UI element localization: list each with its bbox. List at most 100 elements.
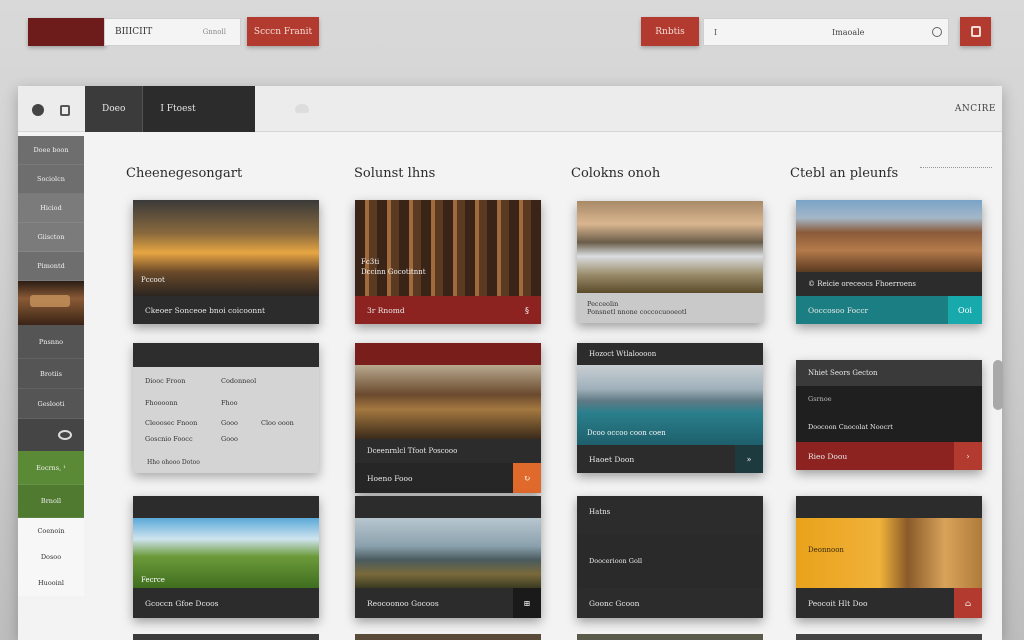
card-ruins[interactable]: Dceenrnlcl Tfoot Poscooo Hoeno Fooo ↻ bbox=[355, 343, 541, 493]
card-bar[interactable]: Gcoccn Gfoe Dcoos bbox=[133, 588, 319, 618]
list-row[interactable]: Doocoon Cnocolat Noocrt bbox=[796, 412, 982, 442]
sidebar-thumbnail[interactable] bbox=[18, 281, 84, 325]
sidebar-item[interactable]: Doee boon bbox=[18, 136, 84, 165]
sidebar-item[interactable]: Giiscton bbox=[18, 223, 84, 252]
card-bar[interactable]: Peocoit Hlt Doo ⌂ bbox=[796, 588, 982, 618]
card-bar-label: Hoeno Fooo bbox=[367, 473, 413, 483]
chip-button[interactable]: Ooi bbox=[948, 296, 982, 324]
sidebar-item[interactable]: Pimontd bbox=[18, 252, 84, 281]
card-bar[interactable]: Pecceolin Ponsnetl nnone coccocuooeotl bbox=[577, 293, 763, 323]
card-colonnade[interactable]: Fc3ti Dccinn Gocotitnnt 3r Rnomd § bbox=[355, 200, 541, 324]
sidebar-item[interactable]: Brnoll bbox=[18, 485, 84, 518]
main-panel: Doeo I Ftoest ANCIRE Doee boon Sociolcn … bbox=[18, 86, 1002, 640]
sidebar-item[interactable]: Eocrns, ¹ bbox=[18, 451, 84, 485]
tab-1[interactable]: Doeo bbox=[85, 86, 143, 132]
card-bar-label: Reocoonoo Gocoos bbox=[367, 598, 439, 608]
card-bar-label: Rieo Doou bbox=[808, 451, 848, 461]
form-value[interactable]: Gooo bbox=[221, 435, 238, 443]
sidebar-item[interactable]: Dosoo bbox=[18, 544, 84, 570]
card-caption: Pccoot bbox=[141, 276, 165, 284]
form-value[interactable]: Cloo ooon bbox=[261, 419, 294, 427]
record-icon[interactable] bbox=[32, 104, 44, 116]
form-footer: Hho ohooo Dotoo bbox=[147, 459, 200, 466]
document-icon[interactable] bbox=[60, 105, 70, 116]
meadow-image: Fecrce bbox=[133, 518, 319, 588]
search-value: Imaoale bbox=[832, 27, 865, 37]
form-label: Diooc Froon bbox=[145, 377, 186, 385]
refresh-icon[interactable]: ↻ bbox=[513, 463, 541, 493]
primary-action-button[interactable]: Scccn Franit bbox=[247, 17, 319, 46]
card-bar[interactable]: Ckeoer Sonceoe bnoi coicoonnt bbox=[133, 296, 319, 324]
next-icon[interactable]: » bbox=[735, 445, 763, 473]
card-canyon[interactable]: © Reicie oreceocs Fhoerroens Ooccosoo Fo… bbox=[796, 200, 982, 324]
sidebar-item[interactable]: Brotiis bbox=[18, 359, 84, 389]
card-tower[interactable]: Reocoonoo Gocoos ⊞ bbox=[355, 496, 541, 618]
sidebar-item[interactable]: Coenoin bbox=[18, 518, 84, 544]
sidebar-item[interactable]: Geslooti bbox=[18, 389, 84, 419]
sidebar-logo[interactable] bbox=[18, 419, 84, 451]
card-bar[interactable]: Ooccosoo Foccr Ooi bbox=[796, 296, 982, 324]
sidebar-item[interactable]: Sociolcn bbox=[18, 165, 84, 194]
link-icon bbox=[58, 430, 72, 440]
card-bar[interactable]: Rieo Doou › bbox=[796, 442, 982, 470]
colonnade-image: Fc3ti Dccinn Gocotitnnt bbox=[355, 200, 541, 296]
header-right-label[interactable]: ANCIRE bbox=[955, 104, 996, 114]
divider bbox=[920, 167, 992, 168]
form-value[interactable]: Codonneol bbox=[221, 377, 256, 385]
card-header bbox=[355, 343, 541, 365]
card-bar[interactable]: 3r Rnomd § bbox=[355, 296, 541, 324]
card-caption-bar: Dceenrnlcl Tfoot Poscooo bbox=[355, 439, 541, 463]
text-input-left[interactable]: BIIICIIT Gnnoll bbox=[104, 18, 241, 46]
chevron-right-icon[interactable]: › bbox=[954, 442, 982, 470]
sunset-image: Pccoot bbox=[133, 200, 319, 296]
lock-icon bbox=[970, 26, 981, 37]
card-meadow[interactable]: Fecrce Gcoccn Gfoe Dcoos bbox=[133, 496, 319, 618]
chip-icon[interactable]: § bbox=[513, 296, 541, 324]
form-card-header bbox=[133, 343, 319, 367]
card-coast[interactable]: Pecceolin Ponsnetl nnone coccocuooeotl bbox=[577, 201, 763, 323]
card-caption-bar: © Reicie oreceocs Fhoerroens bbox=[796, 272, 982, 296]
grid-icon[interactable]: ⊞ bbox=[513, 588, 541, 618]
card-bar-label: Pecceolin bbox=[587, 300, 619, 308]
sidebar-item[interactable]: Pnsnno bbox=[18, 325, 84, 359]
form-value[interactable]: Gooo bbox=[221, 419, 238, 427]
search-input[interactable]: I Imaoale bbox=[703, 18, 949, 46]
card-header bbox=[796, 496, 982, 518]
search-button[interactable]: Rnbtis bbox=[641, 17, 699, 46]
tab-2[interactable]: I Ftoest bbox=[142, 86, 212, 132]
card-peek bbox=[355, 634, 541, 640]
list-row[interactable]: Gsrnoe bbox=[796, 386, 982, 412]
form-value[interactable]: Fhoo bbox=[221, 399, 238, 407]
panel-header: Doeo I Ftoest ANCIRE bbox=[18, 86, 1002, 132]
bay-image: Dcoo occoo coon coen bbox=[577, 365, 763, 445]
sidebar-item[interactable]: Huooinl bbox=[18, 570, 84, 596]
card-caption-bar: Doocerioon Goll bbox=[577, 534, 763, 588]
form-card: Diooc Froon Codonneol Fhoooonn Fhoo Cleo… bbox=[133, 343, 319, 473]
sidebar-item[interactable]: Hiciod bbox=[18, 194, 84, 223]
card-bay[interactable]: Hozoct Wtlaloooon Dcoo occoo coon coen H… bbox=[577, 343, 763, 473]
cloud-icon[interactable] bbox=[295, 104, 309, 113]
list-row[interactable]: Nhiet Seors Gecton bbox=[796, 360, 982, 386]
top-toolbar: BIIICIIT Gnnoll Scccn Franit Rnbtis I Im… bbox=[0, 0, 1024, 80]
header-tabs: Doeo I Ftoest bbox=[85, 86, 309, 132]
card-dark[interactable]: Hatns Doocerioon Goll Goonc Gcoon bbox=[577, 496, 763, 618]
tower-image bbox=[355, 518, 541, 588]
card-bar[interactable]: Haoet Doon » bbox=[577, 445, 763, 473]
card-list[interactable]: Nhiet Seors Gecton Gsrnoe Doocoon Cnocol… bbox=[796, 360, 982, 470]
canyon-image bbox=[796, 200, 982, 272]
lock-button[interactable] bbox=[960, 17, 991, 46]
card-amber[interactable]: Deonnoon Peocoit Hlt Doo ⌂ bbox=[796, 496, 982, 618]
card-header: Hatns bbox=[577, 496, 763, 534]
search-icon[interactable] bbox=[932, 27, 942, 37]
scrollbar-thumb[interactable] bbox=[993, 360, 1003, 410]
card-bar[interactable]: Reocoonoo Gocoos ⊞ bbox=[355, 588, 541, 618]
column-heading: Solunst lhns bbox=[354, 166, 436, 181]
home-icon[interactable]: ⌂ bbox=[954, 588, 982, 618]
card-bar[interactable]: Hoeno Fooo ↻ bbox=[355, 463, 541, 493]
card-caption: Dccinn Gocotitnnt bbox=[361, 268, 426, 276]
card-bar[interactable]: Goonc Gcoon bbox=[577, 588, 763, 618]
card-sunset[interactable]: Pccoot Ckeoer Sonceoe bnoi coicoonnt bbox=[133, 200, 319, 324]
brand-block[interactable] bbox=[28, 18, 106, 46]
sidebar: Doee boon Sociolcn Hiciod Giiscton Pimon… bbox=[18, 136, 84, 640]
amber-image: Deonnoon bbox=[796, 518, 982, 588]
